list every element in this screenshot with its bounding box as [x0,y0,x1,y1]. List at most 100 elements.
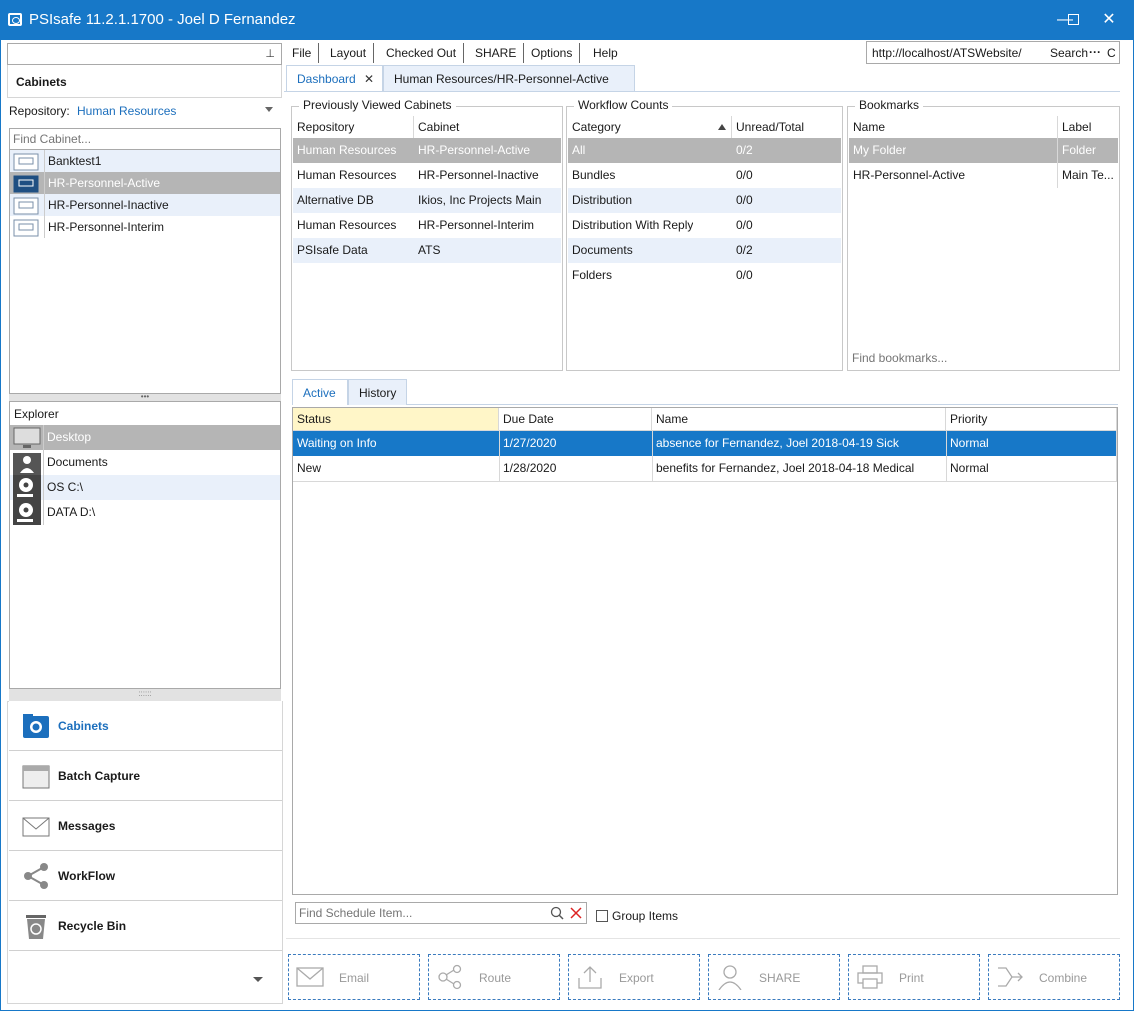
menu-layout[interactable]: Layout [323,43,375,63]
menu-share[interactable]: SHARE [468,43,525,63]
find-bookmarks-input[interactable] [849,349,1115,367]
find-schedule-input[interactable] [296,903,544,923]
explorer-panel: Explorer Desktop Documents OS C:\ DATA D… [9,401,281,689]
nav-workflow-button[interactable]: WorkFlow [9,851,282,901]
repository-value: Human Resources [77,104,177,118]
cell-count: 0/0 [736,168,753,182]
column-header-category[interactable]: Category [568,116,732,138]
nav-label: Recycle Bin [58,919,127,933]
cabinet-item[interactable]: HR-Personnel-Interim [10,216,280,238]
share-button[interactable]: SHARE [708,954,840,1000]
cell-status: Waiting on Info [297,436,377,450]
explorer-item[interactable]: Desktop [10,425,280,450]
app-camera-icon [8,13,22,26]
url-field[interactable]: http://localhost/ATSWebsite/ [872,46,1022,60]
menu-file[interactable]: File [285,43,320,63]
column-header-label[interactable]: Label [1058,116,1118,138]
bookmarks-title: Bookmarks [855,98,924,112]
close-window-button[interactable]: ✕ [1086,0,1132,40]
repository-select[interactable]: Human Resources [77,104,277,118]
explorer-item[interactable]: OS C:\ [10,475,280,500]
tab-human-resources[interactable]: Human Resources/HR-Personnel-Active [383,65,635,91]
cell-category: Bundles [572,168,616,182]
nav-label: WorkFlow [58,869,116,883]
nav-cabinets-button[interactable]: Cabinets [9,701,282,751]
cabinets-header: Cabinets [7,65,282,98]
cell-cabinet: HR-Personnel-Active [418,143,531,157]
splitter-handle[interactable]: ••• [9,393,281,401]
find-cabinet-box [9,128,281,150]
column-header-cabinet[interactable]: Cabinet [414,116,561,138]
column-header-due-date[interactable]: Due Date [499,408,652,430]
explorer-item-label: OS C:\ [47,480,84,494]
cabinet-item[interactable]: HR-Personnel-Active [10,172,280,194]
monitor-icon [13,427,41,448]
cell-category: All [572,143,586,157]
cell-count: 0/2 [736,243,753,257]
column-header-unread-total[interactable]: Unread/Total [732,116,841,138]
find-cabinet-input[interactable] [10,129,280,149]
cabinet-icon [13,175,39,193]
more-button[interactable]: ··· [1089,45,1101,59]
explorer-item[interactable]: DATA D:\ [10,500,280,525]
column-header-repository[interactable]: Repository [293,116,414,138]
tab-label: Human Resources/HR-Personnel-Active [394,72,609,86]
nav-label: Cabinets [58,719,109,733]
chevron-down-icon[interactable] [253,977,263,982]
cabinet-name: Banktest1 [48,154,102,168]
nav-batch-capture-button[interactable]: Batch Capture [9,751,282,801]
combine-button[interactable]: Combine [988,954,1120,1000]
print-button[interactable]: Print [848,954,980,1000]
nav-messages-button[interactable]: Messages [9,801,282,851]
tab-label: Dashboard [297,72,356,86]
column-header-priority[interactable]: Priority [946,408,1117,430]
bookmark-rows: My Folder Folder HR-Personnel-Active Mai… [849,138,1118,188]
export-button[interactable]: Export [568,954,700,1000]
close-icon[interactable]: ✕ [364,66,374,92]
cell-repository: Alternative DB [297,193,374,207]
action-label: Email [339,971,370,985]
pin-bar: ⊥ [7,43,282,65]
tab-active[interactable]: Active [292,379,348,405]
cell-repository: PSIsafe Data [297,243,368,257]
email-button[interactable]: Email [288,954,420,1000]
nav-label: Batch Capture [58,769,141,783]
menu-checked-out[interactable]: Checked Out [379,43,465,63]
column-divider [43,425,44,525]
group-items-checkbox[interactable] [596,910,608,922]
nav-recycle-bin-button[interactable]: Recycle Bin [9,901,282,951]
recycle-bin-icon [26,915,46,939]
table-row[interactable] [568,138,841,163]
cabinet-item[interactable]: HR-Personnel-Inactive [10,194,280,216]
cabinet-list: Banktest1 HR-Personnel-Active HR-Personn… [9,150,281,394]
explorer-item[interactable]: Documents [10,450,280,475]
pin-icon[interactable]: ⊥ [265,47,275,60]
menu-options[interactable]: Options [524,43,581,63]
action-label: Export [619,971,654,985]
splitter-handle[interactable]: :::::: [9,689,281,701]
cell-bookmark-label: Main Te... [1062,168,1114,182]
cell-priority: Normal [950,461,989,475]
column-header-name[interactable]: Name [849,116,1058,138]
action-label: Combine [1039,971,1088,985]
sort-ascending-icon [718,124,726,130]
share-icon [24,863,48,889]
cabinet-item[interactable]: Banktest1 [10,150,280,172]
cell-due-date: 1/27/2020 [503,436,557,450]
column-header-name[interactable]: Name [652,408,946,430]
search-button[interactable]: Search [1050,46,1088,60]
cell-category: Distribution [572,193,633,207]
disk-icon [13,500,41,525]
route-button[interactable]: Route [428,954,560,1000]
c-button[interactable]: C [1107,46,1116,60]
clear-icon[interactable] [570,907,582,919]
explorer-item-label: DATA D:\ [47,505,96,519]
search-icon[interactable] [550,906,564,920]
column-header-status[interactable]: Status [293,408,499,430]
cabinet-icon [13,153,39,171]
tab-history[interactable]: History [348,379,407,405]
menu-help[interactable]: Help [586,43,625,63]
previously-viewed-rows: Human Resources HR-Personnel-Active Huma… [293,138,561,263]
tab-dashboard[interactable]: Dashboard ✕ [286,65,383,91]
cell-category: Folders [572,268,613,282]
